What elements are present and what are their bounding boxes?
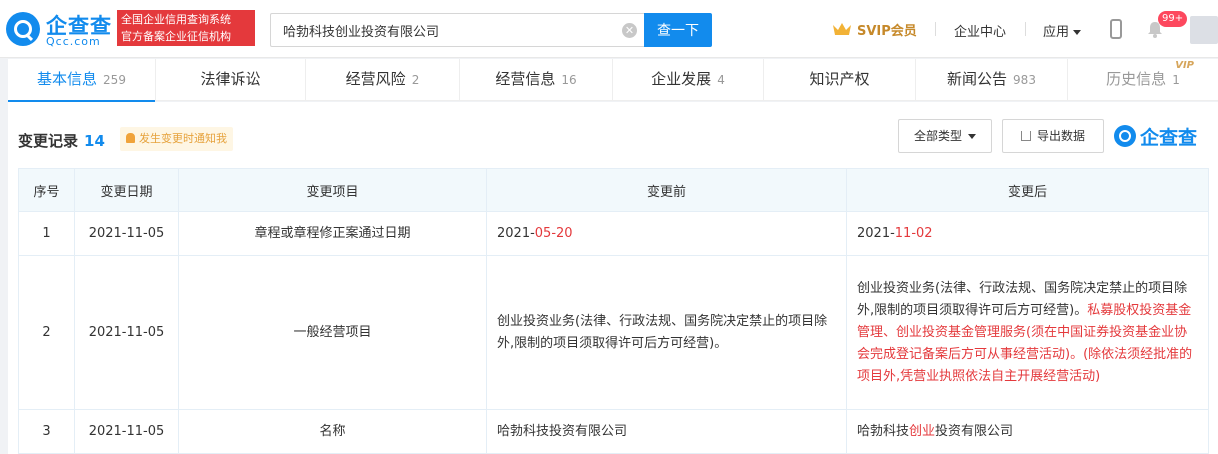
company-tabs: 基本信息 259 法律诉讼 经营风险 2 经营信息 16 企业发展 4 知识产权 新闻公… [8,59,1218,102]
tab-label: 历史信息 [1106,70,1167,88]
tab-label: 知识产权 [809,70,870,88]
table-row: 1 2021-11-05 章程或章程修正案通过日期 2021-05-20 202… [18,211,1209,256]
change-records-panel: 变更记录 14 发生变更时通知我 全部类型 导出数据 企查查 序号 变更日期 变更… [8,102,1218,454]
row-date: 2021-11-05 [74,255,179,410]
bell-icon [126,133,135,143]
search-box: ✕ [270,13,644,47]
row-item: 章程或章程修正案通过日期 [178,211,487,256]
row-index: 2 [18,255,75,410]
row-before: 2021-05-20 [486,211,847,256]
row-item: 一般经营项目 [178,255,487,410]
tab-count: 1 [1172,73,1180,87]
tab-legal[interactable]: 法律诉讼 [156,59,306,101]
apps-menu[interactable]: 应用 [1043,21,1082,40]
svip-label: SVIP会员 [857,23,917,39]
section-title-text: 变更记录 [18,132,79,150]
header-divider [1025,22,1026,36]
row-before: 创业投资业务(法律、行政法规、国务院决定禁止的项目除外,限制的项目须取得许可后方… [486,255,847,410]
section-count: 14 [84,132,105,150]
row-after: 2021-11-02 [846,211,1209,256]
after-text: 投资有限公司 [935,423,1014,439]
export-data-button[interactable]: 导出数据 [1002,119,1104,153]
row-after: 哈勃科技创业投资有限公司 [846,409,1209,454]
enterprise-center-link[interactable]: 企业中心 [954,21,1006,40]
after-text: 哈勃科技 [857,423,910,439]
logo-domain: Qcc.com [46,35,101,48]
notify-on-change-button[interactable]: 发生变更时通知我 [120,127,233,151]
change-records-table: 序号 变更日期 变更项目 变更前 变更后 1 2021-11-05 章程或章程修… [18,168,1209,454]
row-date: 2021-11-05 [74,211,179,256]
tab-label: 经营信息 [495,70,556,88]
tab-history[interactable]: 历史信息 1 VIP [1068,59,1218,101]
tab-label: 法律诉讼 [200,70,261,88]
row-item: 名称 [178,409,487,454]
tab-news[interactable]: 新闻公告 983 [916,59,1068,101]
top-header: 企查查 Qcc.com 全国企业信用查询系统 官方备案企业征信机构 ✕ 查一下 … [0,0,1218,58]
search-button[interactable]: 查一下 [644,13,712,47]
notification-badge: 99+ [1158,11,1188,27]
tab-business-risk[interactable]: 经营风险 2 [306,59,460,101]
phone-icon[interactable] [1110,19,1122,39]
tab-label: 基本信息 [37,70,98,88]
row-before: 哈勃科技投资有限公司 [486,409,847,454]
after-highlight: 11-02 [894,225,933,241]
search-logo-icon [6,12,40,46]
table-row: 2 2021-11-05 一般经营项目 创业投资业务(法律、行政法规、国务院决定… [18,255,1209,410]
notify-label: 发生变更时通知我 [139,132,227,145]
header-divider [935,22,936,36]
search-logo-icon [1114,125,1136,147]
col-item-header: 变更项目 [178,168,487,212]
svip-link[interactable]: SVIP会员 [832,19,917,39]
table-row: 3 2021-11-05 名称 哈勃科技投资有限公司 哈勃科技创业投资有限公司 [18,409,1209,454]
tab-label: 企业发展 [651,70,712,88]
filter-label: 全部类型 [913,129,962,143]
col-before-header: 变更前 [486,168,847,212]
tab-count: 983 [1013,73,1036,87]
before-text: 2021- [497,225,535,241]
col-date-header: 变更日期 [74,168,179,212]
chevron-down-icon [1073,30,1082,35]
chevron-down-icon [968,134,976,139]
apps-label: 应用 [1043,25,1070,40]
col-after-header: 变更后 [846,168,1209,212]
crown-icon [833,23,851,35]
avatar[interactable] [1190,16,1218,44]
download-icon [1020,131,1031,141]
row-date: 2021-11-05 [74,409,179,454]
table-header-row: 序号 变更日期 变更项目 变更前 变更后 [18,168,1209,212]
row-index: 1 [18,211,75,256]
after-highlight: 创业 [909,423,936,439]
tab-development[interactable]: 企业发展 4 [613,59,764,101]
search-input[interactable] [271,14,611,46]
qcc-brand: 企查查 [1114,122,1197,150]
after-text: 2021- [857,225,895,241]
slogan-badge: 全国企业信用查询系统 官方备案企业征信机构 [117,10,255,46]
slogan-line-1: 全国企业信用查询系统 [121,13,231,26]
tab-label: 新闻公告 [947,70,1008,88]
qcc-logo[interactable]: 企查查 Qcc.com [6,10,111,50]
slogan-line-2: 官方备案企业征信机构 [121,30,231,43]
row-after: 创业投资业务(法律、行政法规、国务院决定禁止的项目除外,限制的项目须取得许可后方… [846,255,1209,410]
tab-count: 16 [561,73,577,87]
tab-count: 2 [411,73,420,87]
clear-icon[interactable]: ✕ [622,23,637,38]
before-highlight: 05-20 [534,225,573,241]
tab-label: 经营风险 [345,70,406,88]
tab-ip[interactable]: 知识产权 [764,59,916,101]
tab-basic-info[interactable]: 基本信息 259 [8,59,156,102]
row-index: 3 [18,409,75,454]
tab-count: 259 [103,73,126,87]
export-label: 导出数据 [1036,129,1085,143]
type-filter-dropdown[interactable]: 全部类型 [898,119,992,153]
brand-label: 企查查 [1140,126,1198,149]
tab-business-info[interactable]: 经营信息 16 [460,59,613,101]
col-index-header: 序号 [18,168,75,212]
tab-count: 4 [717,73,725,87]
section-title: 变更记录 14 [18,130,105,151]
vip-tag: VIP [1175,60,1194,71]
